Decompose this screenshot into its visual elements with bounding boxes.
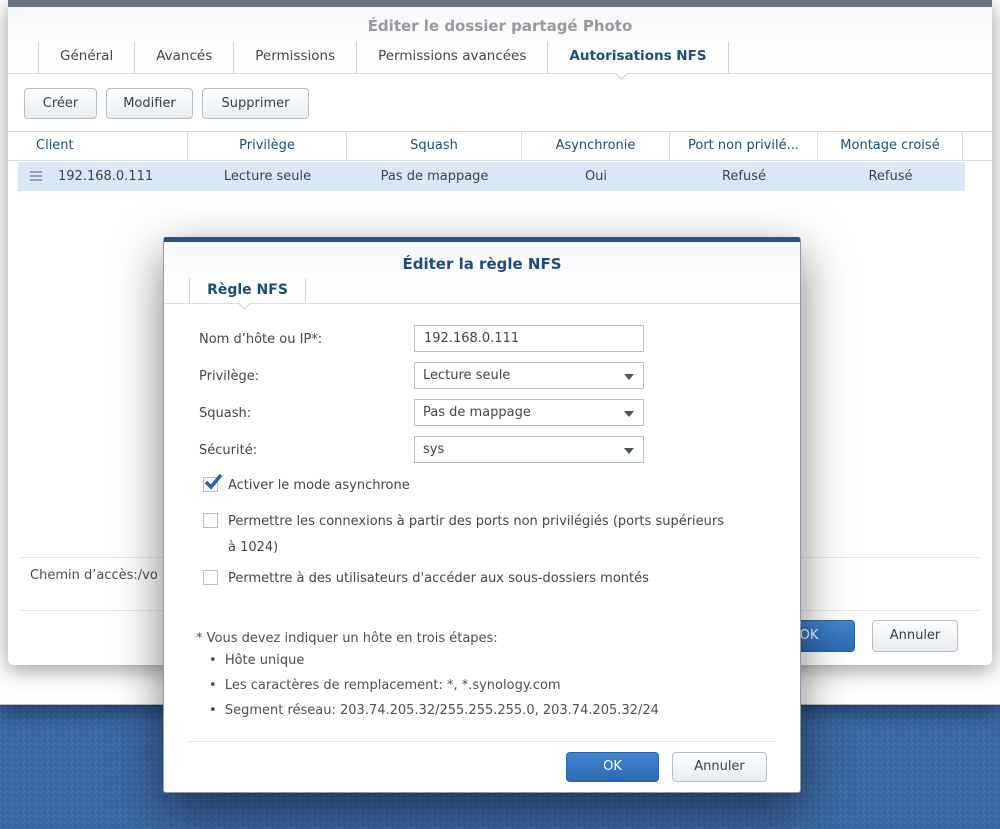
nonpriv-ports-checkbox-label[interactable]: Permettre les connexions à partir des po… [228, 509, 728, 561]
cell-privilege: Lecture seule [188, 162, 347, 191]
note-item: Les caractères de remplacement: *, *.syn… [209, 678, 659, 693]
modal-cancel-button[interactable]: Annuler [672, 752, 767, 782]
cell-asynchronie: Oui [522, 162, 670, 191]
cell-client: 192.168.0.111 [18, 162, 188, 191]
cell-port: Refusé [670, 162, 818, 191]
tab-general[interactable]: Général [38, 42, 134, 73]
subfolder-access-checkbox-label[interactable]: Permettre à des utilisateurs d'accéder a… [228, 566, 728, 592]
tab-avances[interactable]: Avancés [134, 42, 233, 73]
tab-permissions[interactable]: Permissions [233, 42, 356, 73]
note-item: Segment réseau: 203.74.205.32/255.255.25… [209, 703, 659, 718]
mount-path-text: Chemin d’accès:/vo [30, 568, 158, 583]
footer-divider [189, 741, 775, 742]
privilege-select[interactable]: Lecture seule [414, 362, 644, 389]
dialog-title: Éditer le dossier partagé Photo [8, 17, 992, 35]
subfolder-access-checkbox[interactable] [203, 570, 218, 585]
column-header-privilege[interactable]: Privilège [188, 132, 347, 160]
modal-ok-button[interactable]: OK [566, 752, 659, 782]
delete-button[interactable]: Supprimer [202, 88, 309, 119]
create-button[interactable]: Créer [24, 88, 97, 119]
tab-autorisations-nfs[interactable]: Autorisations NFS [547, 42, 728, 73]
note-list: Hôte unique Les caractères de remplaceme… [209, 653, 659, 728]
note-item: Hôte unique [209, 653, 659, 668]
privilege-label: Privilège: [199, 369, 259, 384]
cell-squash: Pas de mappage [347, 162, 522, 191]
column-header-asynchronie[interactable]: Asynchronie [522, 132, 670, 160]
checkmark-icon [203, 473, 224, 492]
chevron-down-icon [624, 374, 634, 380]
squash-select[interactable]: Pas de mappage [414, 399, 644, 426]
cell-montage: Refusé [818, 162, 963, 191]
hostname-input[interactable] [414, 325, 644, 352]
modal-title: Éditer la règle NFS [164, 255, 800, 273]
note-intro: * Vous devez indiquer un hôte en trois é… [196, 631, 498, 646]
nfs-table-header: Client Privilège Squash Asynchronie Port… [8, 131, 992, 161]
drag-handle-icon[interactable] [30, 171, 42, 182]
security-label: Sécurité: [199, 443, 257, 458]
chevron-down-icon [624, 448, 634, 454]
dialog-cancel-button[interactable]: Annuler [872, 620, 958, 652]
column-header-montage[interactable]: Montage croisé [818, 132, 963, 160]
squash-value: Pas de mappage [423, 405, 531, 420]
async-checkbox-label[interactable]: Activer le mode asynchrone [228, 473, 728, 499]
modify-button[interactable]: Modifier [106, 88, 193, 119]
chevron-down-icon [624, 411, 634, 417]
modal-tab-underline [164, 303, 800, 304]
nonpriv-ports-checkbox[interactable] [203, 513, 218, 528]
privilege-value: Lecture seule [423, 368, 510, 383]
security-value: sys [423, 442, 444, 457]
async-checkbox[interactable] [203, 477, 218, 492]
nfs-rule-modal: Éditer la règle NFS Règle NFS Nom d’hôte… [163, 237, 801, 793]
dialog-top-strip [8, 0, 992, 7]
column-header-port[interactable]: Port non privilé... [670, 132, 818, 160]
column-header-squash[interactable]: Squash [347, 132, 522, 160]
table-row-selected[interactable]: 192.168.0.111 Lecture seule Pas de mappa… [18, 162, 965, 191]
tab-permissions-avancees[interactable]: Permissions avancées [356, 42, 547, 73]
security-select[interactable]: sys [414, 436, 644, 463]
hostname-label: Nom d’hôte ou IP*: [199, 332, 322, 347]
column-header-client[interactable]: Client [8, 132, 188, 160]
cell-client-value: 192.168.0.111 [58, 169, 153, 184]
tab-underline [8, 73, 992, 74]
squash-label: Squash: [199, 406, 251, 421]
tab-bar: Général Avancés Permissions Permissions … [38, 42, 729, 73]
